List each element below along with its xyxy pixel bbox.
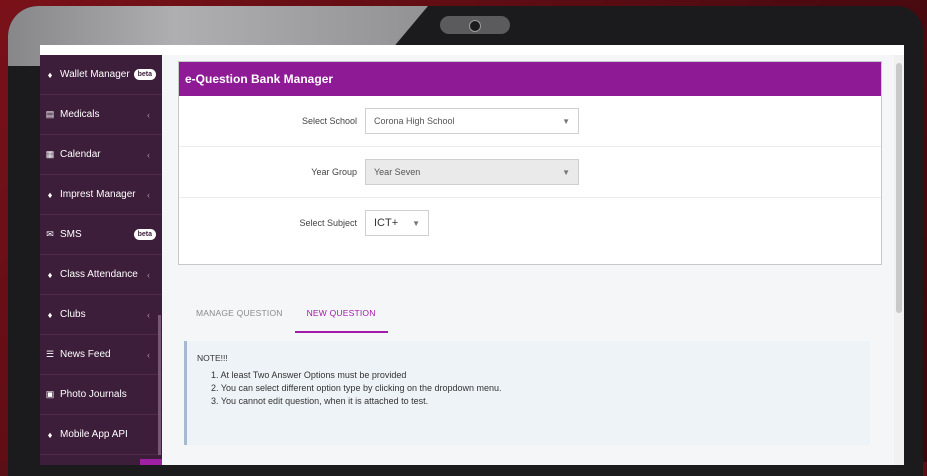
sidebar-item-label: Mobile App API (60, 429, 128, 440)
year-group-label: Year Group (311, 167, 357, 177)
question-tabs: MANAGE QUESTION NEW QUESTION (184, 293, 388, 333)
year-group-select-value: Year Seven (374, 167, 421, 177)
sidebar-item-label: Wallet Manager (60, 69, 130, 80)
tab-new-question[interactable]: NEW QUESTION (294, 293, 388, 333)
sidebar-item-label: Calendar (60, 149, 101, 160)
pin-icon: ♦ (47, 69, 53, 80)
pin-icon: ♦ (47, 189, 53, 200)
sidebar-item-news-feed[interactable]: ☰ News Feed ‹ (40, 335, 162, 375)
sidebar-item-label: Class Attendance (60, 269, 138, 280)
pin-icon: ♦ (47, 269, 53, 280)
pin-icon: ♦ (47, 429, 53, 440)
webcam-icon (440, 16, 510, 34)
chevron-down-icon: ▼ (412, 218, 420, 228)
subject-select-value: ICT+ (374, 217, 399, 229)
chevron-left-icon: ‹ (147, 309, 150, 320)
sidebar-item-label: Imprest Manager (60, 189, 136, 200)
sidebar-item-class-attendance[interactable]: ♦ Class Attendance ‹ (40, 255, 162, 295)
tab-manage-question[interactable]: MANAGE QUESTION (184, 293, 295, 333)
main-content: e-Question Bank Manager Select School Co… (162, 55, 904, 465)
year-group-row: Year Group Year Seven ▼ (179, 147, 881, 198)
question-bank-panel: e-Question Bank Manager Select School Co… (178, 61, 882, 265)
sidebar-item-imprest-manager[interactable]: ♦ Imprest Manager ‹ (40, 175, 162, 215)
sidebar-active-indicator (140, 459, 162, 465)
note-box: NOTE!!! 1. At least Two Answer Options m… (184, 341, 870, 445)
subject-label: Select Subject (299, 218, 357, 228)
sidebar-item-wallet-manager[interactable]: ♦ Wallet Manager beta (40, 55, 162, 95)
laptop-screen: ♦ Wallet Manager beta ▤ Medicals ‹ ▦ Cal… (40, 45, 904, 465)
document-icon: ▤ (45, 109, 55, 119)
note-line: 1. At least Two Answer Options must be p… (211, 370, 407, 380)
school-select[interactable]: Corona High School ▼ (365, 108, 579, 134)
chevron-left-icon: ‹ (147, 189, 150, 200)
page-scrollbar[interactable] (894, 55, 904, 465)
chevron-down-icon: ▼ (562, 116, 570, 126)
note-line: 2. You can select different option type … (211, 383, 502, 393)
year-group-select[interactable]: Year Seven ▼ (365, 159, 579, 185)
sidebar-scrollbar[interactable] (158, 315, 161, 455)
chevron-left-icon: ‹ (147, 109, 150, 120)
beta-badge: beta (133, 229, 156, 240)
sidebar-item-clubs[interactable]: ♦ Clubs ‹ (40, 295, 162, 335)
pin-icon: ♦ (47, 309, 53, 320)
sidebar-item-medicals[interactable]: ▤ Medicals ‹ (40, 95, 162, 135)
photo-icon: ▣ (45, 389, 55, 399)
chevron-down-icon: ▼ (562, 167, 570, 177)
school-label: Select School (301, 116, 357, 126)
sidebar-item-photo-journals[interactable]: ▣ Photo Journals (40, 375, 162, 415)
sidebar-item-label: SMS (60, 229, 82, 240)
note-line: 3. You cannot edit question, when it is … (211, 396, 429, 406)
chevron-left-icon: ‹ (147, 349, 150, 360)
school-row: Select School Corona High School ▼ (179, 96, 881, 147)
sidebar-item-label: Clubs (60, 309, 86, 320)
sidebar-item-label: News Feed (60, 349, 111, 360)
chevron-left-icon: ‹ (147, 149, 150, 160)
school-select-value: Corona High School (374, 116, 455, 126)
note-title: NOTE!!! (197, 353, 228, 363)
beta-badge: beta (133, 69, 156, 80)
message-icon: ✉ (46, 229, 54, 239)
sidebar: ♦ Wallet Manager beta ▤ Medicals ‹ ▦ Cal… (40, 55, 162, 465)
sidebar-item-sms[interactable]: ✉ SMS beta (40, 215, 162, 255)
sidebar-item-label: Medicals (60, 109, 100, 120)
subject-row: Select Subject ICT+ ▼ (179, 198, 881, 248)
sidebar-item-mobile-app-api[interactable]: ♦ Mobile App API (40, 415, 162, 455)
browser-top-strip (40, 45, 904, 55)
panel-title: e-Question Bank Manager (179, 62, 881, 96)
chevron-left-icon: ‹ (147, 269, 150, 280)
sidebar-item-calendar[interactable]: ▦ Calendar ‹ (40, 135, 162, 175)
news-icon: ☰ (45, 349, 55, 359)
page-scrollbar-thumb[interactable] (896, 63, 902, 313)
sidebar-item-label: Photo Journals (60, 389, 127, 400)
subject-select[interactable]: ICT+ ▼ (365, 210, 429, 236)
calendar-icon: ▦ (45, 149, 55, 159)
